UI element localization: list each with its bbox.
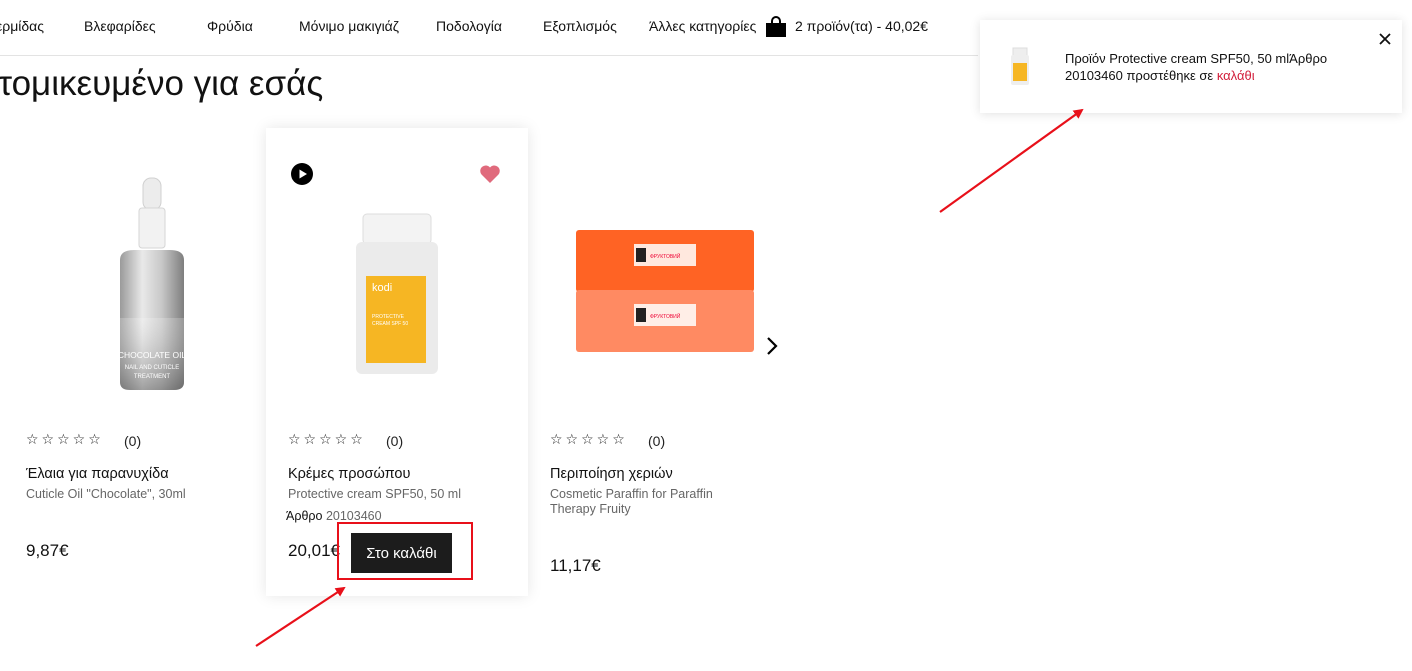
bottle-label-line-3: TREATMENT <box>134 374 171 380</box>
article-label: Άρθρο <box>286 509 323 523</box>
product-image-protective-cream: kodi PROTECTIVE CREAM SPF 50 <box>356 213 438 374</box>
nav-item-manicure[interactable]: ερμίδας <box>0 18 44 34</box>
bottle-label-line-2: NAIL AND CUTICLE <box>125 365 179 371</box>
notification-message: Προϊόν Protective cream SPF50, 50 mlΆρθρ… <box>1065 50 1365 84</box>
product-price: 20,01€ <box>288 541 340 560</box>
rating-count: (0) <box>648 433 666 449</box>
chevron-right-icon[interactable] <box>763 334 783 358</box>
section-title: ατομικευμένο για εσάς <box>0 64 324 103</box>
added-to-cart-notification: Προϊόν Protective cream SPF50, 50 mlΆρθρ… <box>980 20 1402 113</box>
rating-stars: ☆☆☆☆☆ <box>550 431 628 447</box>
product-card-protective-cream[interactable]: kodi PROTECTIVE CREAM SPF 50 ☆☆☆☆☆ (0) Κ… <box>266 128 528 596</box>
nav-item-podology[interactable]: Ποδολογία <box>436 18 502 34</box>
product-card-cuticle-oil[interactable]: CHOCOLATE OIL NAIL AND CUTICLE TREATMENT… <box>4 128 266 596</box>
rating-stars: ☆☆☆☆☆ <box>288 431 366 447</box>
annotation-arrow-to-notification <box>939 108 1084 213</box>
rating-count: (0) <box>386 433 404 449</box>
nav-item-other-categories[interactable]: Άλλες κατηγορίες <box>649 18 756 34</box>
product-category[interactable]: Έλαια για παρανυχίδα <box>26 466 169 482</box>
article-number: 20103460 <box>325 509 382 523</box>
top-navigation: ερμίδας Βλεφαρίδες Φρύδια Μόνιμο μακιγιά… <box>0 0 978 56</box>
bottle-label-title: CHOCOLATE OIL <box>118 350 187 360</box>
cart-summary: 2 προϊόν(τα) - 40,02€ <box>795 18 928 34</box>
pack-label-top: ФРУКТОВИЙ <box>650 252 681 260</box>
article-info: Άρθρο 20103460 <box>286 509 382 523</box>
add-to-cart-button[interactable]: Στο καλάθι <box>351 533 452 573</box>
product-image-cuticle-oil: CHOCOLATE OIL NAIL AND CUTICLE TREATMENT <box>118 177 187 390</box>
rating-count: (0) <box>124 433 142 449</box>
jar-label-line-1: PROTECTIVE <box>372 314 405 320</box>
product-name[interactable]: Cuticle Oil "Chocolate", 30ml <box>26 487 226 502</box>
rating-stars: ☆☆☆☆☆ <box>26 431 104 447</box>
product-price: 11,17€ <box>550 556 601 575</box>
notification-product-thumbnail <box>1011 47 1029 85</box>
nav-item-permanent-makeup[interactable]: Μόνιμο μακιγιάζ <box>299 18 399 34</box>
jar-brand-text: kodi <box>372 282 392 294</box>
jar-label-line-2: CREAM SPF 50 <box>372 321 408 327</box>
nav-item-eyebrows[interactable]: Φρύδια <box>207 18 253 34</box>
product-category[interactable]: Περιποίηση χεριών <box>550 466 673 482</box>
product-card-paraffin[interactable]: ФРУКТОВИЙ ФРУКТОВИЙ ☆☆☆☆☆ (0) Περιποίηση… <box>528 128 790 596</box>
nav-item-equipment[interactable]: Εξοπλισμός <box>543 18 617 34</box>
product-image-paraffin: ФРУКТОВИЙ ФРУКТОВИЙ <box>576 230 754 352</box>
shopping-bag-icon <box>766 16 786 37</box>
pack-label-bottom: ФРУКТОВИЙ <box>650 312 681 320</box>
product-name[interactable]: Protective cream SPF50, 50 ml <box>288 487 488 502</box>
product-price: 9,87€ <box>26 541 69 560</box>
notification-text: Προϊόν Protective cream SPF50, 50 mlΆρθρ… <box>1065 51 1328 83</box>
product-name[interactable]: Cosmetic Paraffin for Paraffin Therapy F… <box>550 487 750 517</box>
notification-cart-link[interactable]: καλάθι <box>1217 68 1255 83</box>
annotation-arrow-to-button <box>255 586 346 647</box>
product-category[interactable]: Κρέμες προσώπου <box>288 466 410 482</box>
close-icon[interactable] <box>1377 31 1393 47</box>
nav-item-eyelashes[interactable]: Βλεφαρίδες <box>84 18 156 34</box>
